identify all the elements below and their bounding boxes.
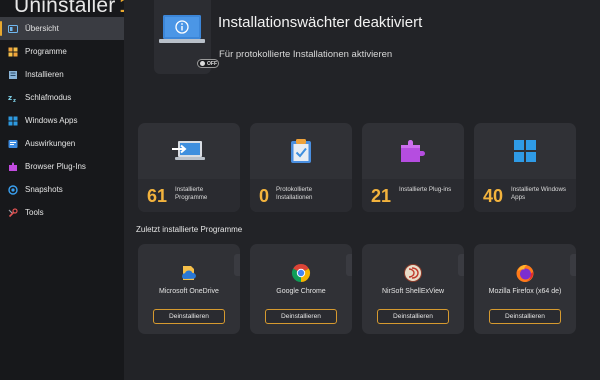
stat-value: 61	[147, 186, 168, 206]
install-icon	[8, 70, 18, 80]
sidebar-item-impact[interactable]: Auswirkungen	[0, 132, 124, 155]
sidebar-item-label: Auswirkungen	[25, 139, 76, 148]
chrome-icon	[291, 263, 311, 283]
stat-label: Installierte Programme	[175, 186, 208, 201]
sidebar-item-snapshots[interactable]: Snapshots	[0, 178, 124, 201]
page-title: Installationswächter deaktiviert	[218, 14, 423, 31]
monitor-info-icon	[159, 14, 205, 44]
sleep-mode-icon: zz	[8, 93, 18, 103]
sidebar-item-label: Tools	[25, 208, 44, 217]
stat-label: Installierte Plug-ins	[399, 186, 452, 193]
recent-program-card: NirSoft ShellExView Deinstallieren	[362, 244, 464, 334]
shellexview-icon	[403, 263, 423, 283]
uninstall-button[interactable]: Deinstallieren	[489, 309, 561, 324]
toggle-label: OFF	[207, 60, 217, 67]
puzzle-icon	[362, 123, 464, 179]
windows-apps-icon	[8, 116, 18, 126]
stat-label: Installierte Windows Apps	[511, 186, 567, 201]
clipboard-check-icon	[250, 123, 352, 179]
installation-monitor-tile: OFF	[154, 0, 219, 74]
laptop-install-icon	[138, 123, 240, 179]
program-name: NirSoft ShellExView	[381, 288, 445, 295]
recent-program-card: Microsoft OneDrive Deinstallieren	[138, 244, 240, 334]
stat-card-footer: 0 Protokollierte Installationen	[250, 179, 352, 212]
snapshots-icon	[8, 184, 18, 195]
sidebar: Uninstaller16 Übersicht Programme Instal…	[0, 0, 143, 380]
stat-value: 0	[259, 186, 270, 206]
stat-card-installed-windows-apps[interactable]: 40 Installierte Windows Apps	[474, 123, 576, 212]
stat-card-footer: 40 Installierte Windows Apps	[474, 179, 576, 212]
sidebar-item-install[interactable]: Installieren	[0, 63, 124, 86]
program-name: Microsoft OneDrive	[159, 288, 219, 295]
uninstall-button[interactable]: Deinstallieren	[265, 309, 337, 324]
card-scroll-notch	[234, 254, 240, 276]
recent-program-card: Mozilla Firefox (x64 de) Deinstallieren	[474, 244, 576, 334]
app-name: Uninstaller	[14, 0, 116, 17]
installation-monitor-toggle[interactable]: OFF	[197, 59, 219, 68]
sidebar-item-programs[interactable]: Programme	[0, 40, 124, 63]
sidebar-item-overview[interactable]: Übersicht	[0, 17, 124, 40]
recent-program-card: Google Chrome Deinstallieren	[250, 244, 352, 334]
stat-card-installed-plugins[interactable]: 21 Installierte Plug-ins	[362, 123, 464, 212]
sidebar-item-label: Snapshots	[25, 185, 63, 194]
sidebar-item-label: Installieren	[25, 70, 64, 79]
windows-logo-icon	[474, 123, 576, 179]
svg-text:z: z	[13, 98, 16, 103]
sidebar-item-label: Schlafmodus	[25, 93, 72, 102]
stat-card-logged-installations[interactable]: 0 Protokollierte Installationen	[250, 123, 352, 212]
toggle-knob	[200, 61, 205, 66]
sidebar-nav: Übersicht Programme Installieren zz Schl…	[0, 17, 124, 224]
program-name: Google Chrome	[276, 288, 326, 295]
overview-icon	[8, 24, 18, 34]
stat-card-footer: 61 Installierte Programme	[138, 179, 240, 212]
stat-card-installed-programs[interactable]: 61 Installierte Programme	[138, 123, 240, 212]
stat-value: 21	[371, 186, 392, 206]
tools-icon	[8, 207, 18, 218]
stat-card-footer: 21 Installierte Plug-ins	[362, 179, 464, 212]
card-scroll-notch	[346, 254, 352, 276]
card-scroll-notch	[458, 254, 464, 276]
svg-text:z: z	[8, 94, 12, 102]
card-scroll-notch	[570, 254, 576, 276]
firefox-icon	[515, 263, 535, 283]
stat-label: Protokollierte Installationen	[276, 186, 313, 201]
sidebar-item-label: Programme	[25, 47, 67, 56]
browser-plugins-icon	[8, 162, 18, 172]
sidebar-item-label: Browser Plug-Ins	[25, 162, 86, 171]
program-name: Mozilla Firefox (x64 de)	[488, 288, 562, 295]
sidebar-item-windows-apps[interactable]: Windows Apps	[0, 109, 124, 132]
onedrive-icon	[179, 263, 199, 283]
sidebar-item-sleep-mode[interactable]: zz Schlafmodus	[0, 86, 124, 109]
sidebar-item-label: Windows Apps	[25, 116, 78, 125]
programs-icon	[8, 47, 18, 57]
uninstall-button[interactable]: Deinstallieren	[153, 309, 225, 324]
sidebar-item-tools[interactable]: Tools	[0, 201, 124, 224]
uninstall-button[interactable]: Deinstallieren	[377, 309, 449, 324]
page-subtitle[interactable]: Für protokollierte Installationen aktivi…	[219, 49, 392, 60]
sidebar-item-label: Übersicht	[25, 24, 59, 33]
sidebar-item-browser-plugins[interactable]: Browser Plug-Ins	[0, 155, 124, 178]
impact-icon	[8, 139, 18, 149]
recent-programs-title: Zuletzt installierte Programme	[136, 225, 243, 234]
main-content: OFF Installationswächter deaktiviert Für…	[124, 0, 600, 380]
stat-value: 40	[483, 186, 504, 206]
